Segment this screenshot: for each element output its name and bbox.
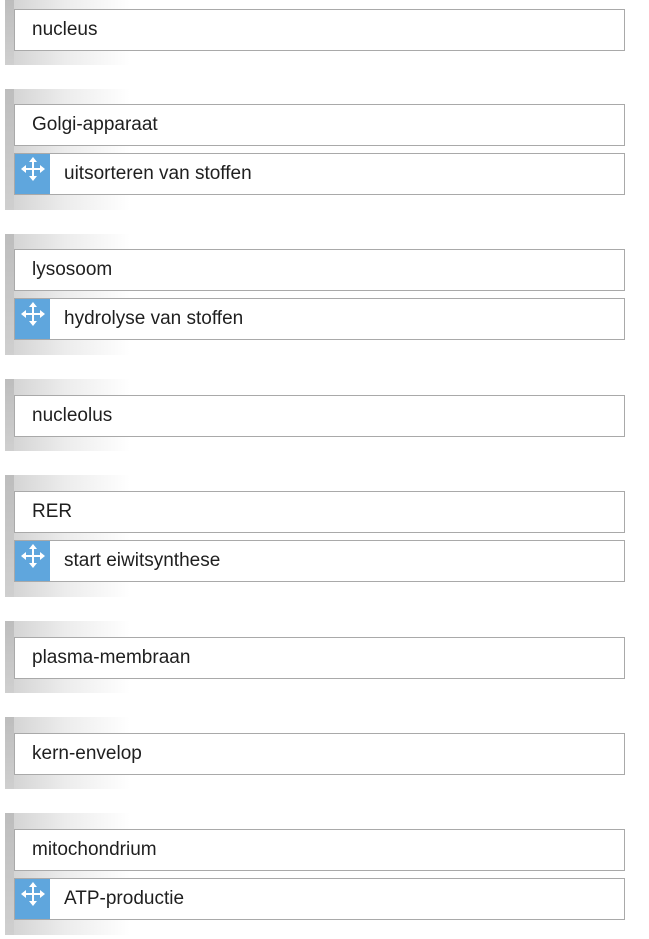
answer-text: ATP-productie (64, 888, 185, 909)
drag-handle[interactable] (15, 154, 50, 194)
drop-zone-lysosoom[interactable]: lysosoom hydrolyse van stoffen (5, 234, 627, 355)
drop-zone-golgi-apparaat[interactable]: Golgi-apparaat uitsorteren van stoffen (5, 89, 627, 210)
answer-text: uitsorteren van stoffen (64, 163, 252, 184)
term-label: nucleus (32, 19, 98, 40)
term-label: lysosoom (32, 259, 113, 280)
term-label-box: lysosoom (14, 249, 625, 291)
term-label-box: plasma-membraan (14, 637, 625, 679)
drag-handle[interactable] (15, 541, 50, 581)
move-arrows-icon (21, 882, 45, 906)
term-label-box: RER (14, 491, 625, 533)
term-label: RER (32, 501, 73, 522)
drop-zone-nucleolus[interactable]: nucleolus (5, 379, 627, 451)
term-label: Golgi-apparaat (32, 114, 158, 135)
answer-text: hydrolyse van stoffen (64, 308, 244, 329)
drop-zone-mitochondrium[interactable]: mitochondrium ATP-productie (5, 813, 627, 935)
term-label-box: nucleus (14, 9, 625, 51)
term-label-box: Golgi-apparaat (14, 104, 625, 146)
draggable-answer[interactable]: ATP-productie (14, 878, 625, 920)
term-label-box: mitochondrium (14, 829, 625, 871)
drag-handle[interactable] (15, 299, 50, 339)
term-label: kern-envelop (32, 743, 142, 764)
drop-zone-kern-envelop[interactable]: kern-envelop (5, 717, 627, 789)
term-label-box: kern-envelop (14, 733, 625, 775)
drop-zone-nucleus[interactable]: nucleus (5, 0, 627, 65)
term-label: nucleolus (32, 405, 113, 426)
move-arrows-icon (21, 302, 45, 326)
draggable-answer[interactable]: start eiwitsynthese (14, 540, 625, 582)
draggable-answer[interactable]: hydrolyse van stoffen (14, 298, 625, 340)
draggable-answer[interactable]: uitsorteren van stoffen (14, 153, 625, 195)
answer-text: start eiwitsynthese (64, 550, 221, 571)
drop-zone-plasma-membraan[interactable]: plasma-membraan (5, 621, 627, 693)
move-arrows-icon (21, 157, 45, 181)
move-arrows-icon (21, 544, 45, 568)
drag-handle[interactable] (15, 879, 50, 919)
drop-zone-rer[interactable]: RER start eiwitsynthese (5, 475, 627, 597)
term-label-box: nucleolus (14, 395, 625, 437)
term-label: mitochondrium (32, 839, 157, 860)
term-label: plasma-membraan (32, 647, 191, 668)
